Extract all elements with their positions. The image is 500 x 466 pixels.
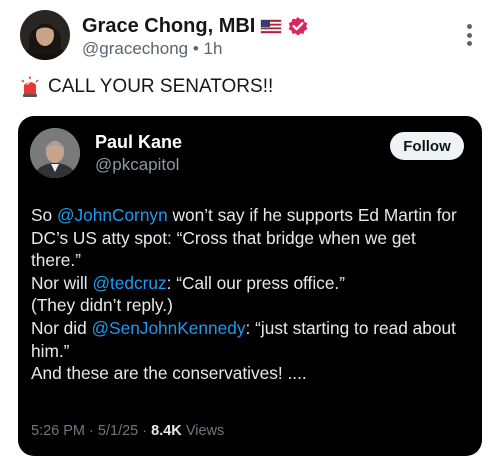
avatar[interactable]	[20, 10, 70, 60]
text-segment: DC’s US atty spot: “Cross that bridge wh…	[31, 227, 416, 248]
quoted-post-line: there.”	[31, 249, 473, 272]
views-label: Views	[185, 423, 225, 439]
post-text: CALL YOUR SENATORS!!	[20, 76, 273, 98]
vertical-dots-icon[interactable]	[466, 24, 472, 46]
quoted-post-line: So @JohnCornyn won’t say if he supports …	[31, 204, 473, 227]
verified-badge-icon	[287, 15, 309, 37]
footer-separator: ·	[142, 423, 148, 439]
us-flag-icon	[260, 18, 283, 34]
views-count: 8.4K	[151, 423, 182, 439]
quoted-post-line: Nor will @tedcruz: “Call our press offic…	[31, 272, 473, 295]
quoted-post-line: Nor did @SenJohnKennedy: “just starting …	[31, 317, 473, 340]
post-time[interactable]: 1h	[204, 39, 223, 58]
quoted-post-line: And these are the conservatives! ....	[31, 362, 473, 385]
mention-link[interactable]: @SenJohnKennedy	[92, 318, 246, 338]
mention-link[interactable]: @JohnCornyn	[57, 205, 168, 225]
quoted-post-line: (They didn’t reply.)	[31, 294, 473, 317]
dot	[466, 41, 472, 46]
text-segment: Nor will	[31, 272, 93, 293]
quoted-post-body: So @JohnCornyn won’t say if he supports …	[31, 204, 473, 385]
quoted-post-time[interactable]: 5:26 PM	[31, 423, 85, 439]
quoted-author-handle[interactable]: @pkcapitol	[95, 155, 179, 175]
text-segment: won’t say if he supports Ed Martin for	[167, 205, 457, 225]
text-segment: (They didn’t reply.)	[31, 295, 173, 316]
text-segment: : “just starting to read about	[245, 317, 456, 338]
author-name[interactable]: Grace Chong, MBI	[82, 15, 255, 38]
post-meta: @gracechong • 1h	[82, 39, 222, 59]
text-segment: : “Call our press office.”	[166, 272, 345, 293]
text-segment: So	[31, 205, 57, 225]
quoted-post-line: him.”	[31, 340, 473, 363]
follow-button[interactable]: Follow	[390, 132, 464, 160]
author-name-row: Grace Chong, MBI	[82, 13, 309, 39]
quoted-author-name[interactable]: Paul Kane	[95, 132, 182, 153]
text-segment: And these are the conservatives! ....	[31, 363, 307, 384]
quoted-author-avatar[interactable]	[30, 128, 80, 178]
quoted-post-card[interactable]: Paul Kane @pkcapitol Follow So @JohnCorn…	[18, 116, 482, 456]
police-siren-icon	[20, 76, 40, 98]
meta-separator: •	[192, 39, 199, 58]
text-segment: there.”	[31, 250, 81, 271]
text-segment: Nor did	[31, 317, 92, 338]
post-body-text: CALL YOUR SENATORS!!	[48, 76, 274, 97]
text-segment: him.”	[31, 340, 70, 361]
quoted-post-footer: 5:26 PM · 5/1/25 · 8.4K Views	[31, 423, 224, 439]
dot	[466, 32, 472, 38]
dot	[466, 24, 472, 29]
quoted-post-date[interactable]: 5/1/25	[98, 423, 138, 439]
mention-link[interactable]: @tedcruz	[92, 273, 166, 293]
quoted-post-line: DC’s US atty spot: “Cross that bridge wh…	[31, 227, 473, 250]
footer-separator: ·	[89, 423, 94, 439]
author-handle[interactable]: @gracechong	[82, 39, 188, 58]
post-header: Grace Chong, MBI @gracechong • 1h	[20, 10, 480, 62]
